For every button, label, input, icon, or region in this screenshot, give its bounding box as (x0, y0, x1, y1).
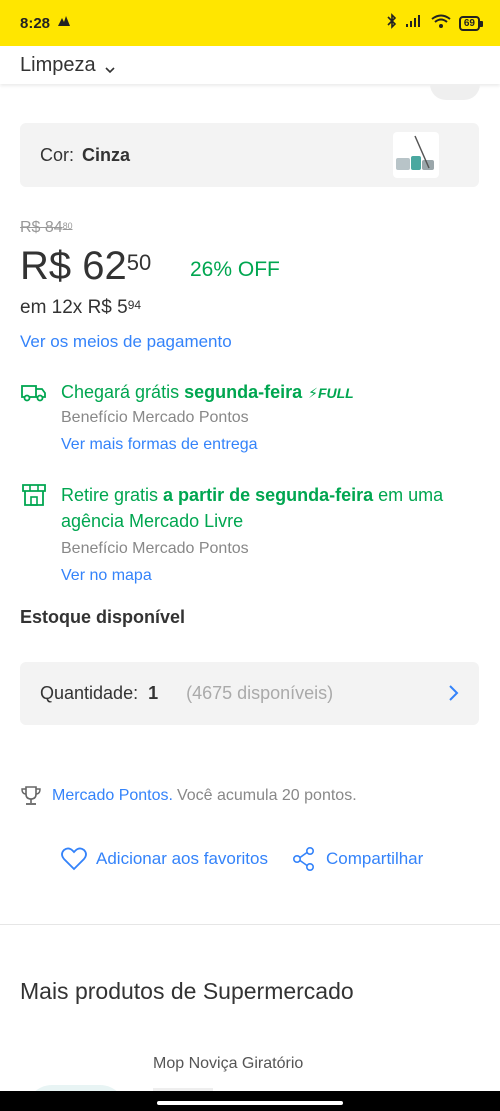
add-to-favorites-button[interactable]: Adicionar aos favoritos (60, 846, 268, 872)
share-label: Compartilhar (325, 849, 424, 868)
product-thumbnail (393, 132, 439, 178)
wifi-icon (431, 14, 451, 32)
favorites-label: Adicionar aos favoritos (96, 849, 268, 868)
notification-icon (56, 14, 72, 32)
heart-icon (60, 846, 88, 872)
store-icon (20, 483, 48, 507)
trophy-icon (20, 785, 42, 807)
shipping-title: Chegará grátis segunda-feira ⚡FULL (61, 382, 354, 402)
share-icon (290, 846, 318, 872)
pickup-info: Retire gratis a partir de segunda-feira … (20, 483, 480, 593)
product-card-title[interactable]: Mop Noviça Giratório (153, 1055, 303, 1073)
chevron-down-icon (104, 59, 116, 74)
mercado-pontos-info: Mercado Pontos. Você acumula 20 pontos. (20, 785, 357, 807)
bluetooth-icon (387, 13, 397, 33)
points-text: Você acumula 20 pontos. (176, 787, 357, 804)
stock-label: Estoque disponível (20, 607, 186, 627)
status-bar: 8:28 69 (0, 0, 500, 46)
chevron-right-icon (447, 684, 459, 702)
product-actions: Adicionar aos favoritos Compartilhar (60, 846, 423, 872)
current-price: R$ 6250 (20, 244, 152, 288)
status-icons: 69 (387, 13, 484, 33)
category-label: Limpeza (20, 53, 96, 76)
old-price: R$ 8480 (20, 219, 73, 236)
quantity-available: (4675 disponíveis) (186, 683, 334, 703)
floating-button-edge (430, 84, 480, 100)
category-selector[interactable]: Limpeza (0, 46, 500, 84)
see-map-link[interactable]: Ver no mapa (61, 567, 152, 585)
battery-icon: 69 (458, 15, 484, 31)
pickup-title-line2: agência Mercado Livre (61, 511, 244, 531)
quantity-selector[interactable]: Quantidade: 1 (4675 disponíveis) (20, 662, 479, 725)
more-products-title: Mais produtos de Supermercado (20, 978, 354, 1004)
quantity-label: Quantidade: (40, 683, 139, 703)
share-button[interactable]: Compartilhar (290, 846, 423, 872)
section-divider (0, 924, 500, 925)
full-badge: ⚡FULL (308, 385, 354, 401)
color-selector[interactable]: Cor: Cinza (20, 123, 479, 187)
quantity-value: 1 (148, 683, 159, 703)
shipping-benefit: Benefício Mercado Pontos (61, 409, 249, 426)
shipping-info: Chegará grátis segunda-feira ⚡FULL Benefí… (20, 380, 480, 480)
payment-methods-link[interactable]: Ver os meios de pagamento (20, 332, 232, 352)
home-gesture-handle[interactable] (157, 1101, 343, 1105)
color-label: Cor: (40, 144, 75, 165)
signal-icon (405, 14, 423, 32)
pickup-title: Retire gratis a partir de segunda-feira … (61, 485, 444, 505)
more-delivery-options-link[interactable]: Ver mais formas de entrega (61, 436, 258, 454)
pickup-benefit: Benefício Mercado Pontos (61, 540, 249, 557)
status-time: 8:28 (20, 14, 51, 32)
discount-badge: 26% OFF (190, 258, 280, 281)
mercado-pontos-link[interactable]: Mercado Pontos. (52, 787, 173, 805)
system-nav-bar (0, 1091, 500, 1111)
truck-icon (20, 380, 48, 404)
installments: em 12x R$ 594 (20, 297, 142, 318)
color-value: Cinza (82, 144, 131, 165)
